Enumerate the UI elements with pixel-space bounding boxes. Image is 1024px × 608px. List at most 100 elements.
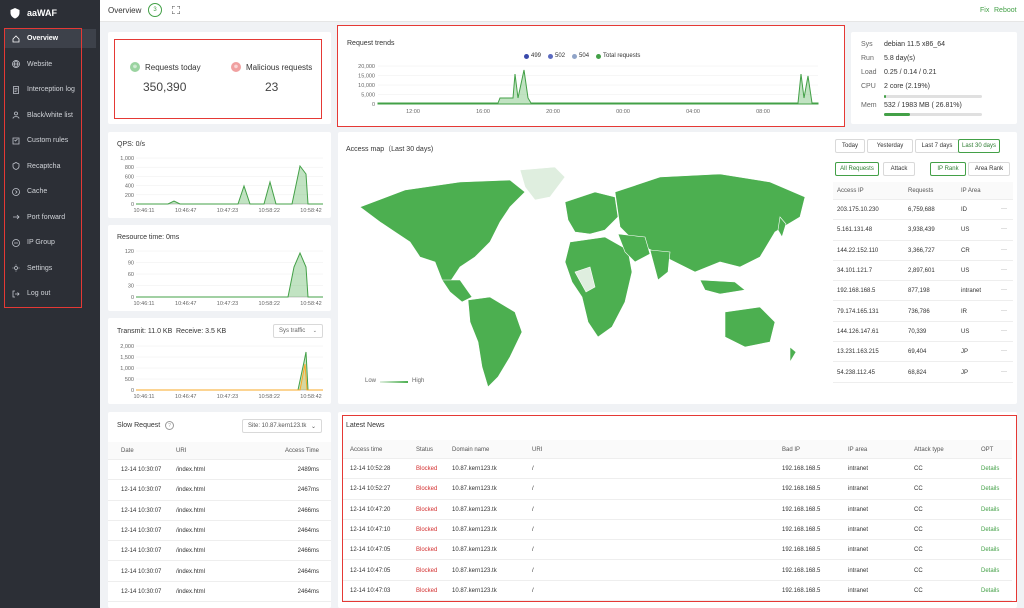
table-cell: 192.168.168.5 <box>782 527 821 534</box>
access-map-card: Access map（Last 30 days) Low High Today Y… <box>338 132 1017 404</box>
table-cell: intranet <box>848 567 869 574</box>
column-header: IP Area <box>961 188 981 194</box>
column-header: Attack type <box>914 446 944 453</box>
details-link[interactable]: Details <box>981 466 999 472</box>
traffic-select[interactable]: Sys traffic ⌄ <box>273 324 323 338</box>
reboot-link[interactable]: Reboot <box>994 7 1017 14</box>
legend-item[interactable]: 502 <box>548 53 565 59</box>
details-link[interactable]: Details <box>981 568 999 574</box>
help-icon[interactable]: ? <box>165 421 174 430</box>
sidebar-item-cache[interactable]: Cache <box>5 182 96 201</box>
range-button-today[interactable]: Today <box>835 139 865 153</box>
table-header: Date URI Access Time <box>108 442 331 460</box>
filter-button-all-requests[interactable]: All Requests <box>835 162 879 176</box>
column-header: OPT <box>981 446 994 453</box>
legend-item[interactable]: Total requests <box>596 53 640 59</box>
range-button-last-7-days[interactable]: Last 7 days <box>915 139 959 153</box>
status-badge: Blocked <box>416 506 438 513</box>
more-options-icon[interactable]: ··· <box>1001 348 1007 354</box>
legend-dot <box>548 53 554 59</box>
range-button-last-30-days[interactable]: Last 30 days <box>958 139 1000 153</box>
sidebar-item-ip-group[interactable]: IP Group <box>5 233 96 252</box>
more-options-icon[interactable]: ··· <box>1001 287 1007 293</box>
range-button-yesterday[interactable]: Yesterday <box>867 139 913 153</box>
map-central-america <box>441 279 473 303</box>
sidebar-item-website[interactable]: Website <box>5 55 96 74</box>
series-area <box>136 351 323 391</box>
resource-title: Resource time: 0ms <box>117 234 180 241</box>
legend-dot <box>596 53 602 59</box>
status-badge: Blocked <box>416 466 438 473</box>
more-options-icon[interactable]: ··· <box>1001 328 1007 334</box>
y-tick-label: 90 <box>128 261 134 267</box>
y-tick-label: 800 <box>125 165 134 171</box>
legend-label: 502 <box>555 53 566 59</box>
table-cell: /index.html <box>176 467 206 474</box>
sidebar-item-interception-log[interactable]: Interception log <box>5 80 96 99</box>
details-link[interactable]: Details <box>981 547 999 553</box>
resource-chart: 120906030010:46:11 10:46:47 10:47:23 10:58:… <box>125 249 323 307</box>
table-cell: 2464ms <box>297 568 319 575</box>
more-options-icon[interactable]: ··· <box>1001 369 1007 375</box>
sys-value-load: 0.25 / 0.14 / 0.21 <box>884 69 937 76</box>
table-cell: 5.161.131.48 <box>837 227 873 234</box>
fullscreen-icon[interactable] <box>172 6 180 14</box>
sys-value-run: 5.8 day(s) <box>884 55 916 62</box>
legend-item[interactable]: 499 <box>524 53 541 59</box>
table-row: 12-14 10:30:07/index.html 2466ms <box>108 541 331 562</box>
sidebar-item-custom-rules[interactable]: Custom rules <box>5 131 96 150</box>
more-options-icon[interactable]: ··· <box>1001 247 1007 253</box>
sidebar-item-log-out[interactable]: Log out <box>5 284 96 303</box>
sidebar-item-settings[interactable]: Settings <box>5 259 96 278</box>
y-tick-label: 30 <box>128 284 134 290</box>
qps-card: QPS: 0/s 1,000 800 600 400 200 0 10:46:11 10:46… <box>108 132 331 218</box>
details-link[interactable]: Details <box>981 527 999 533</box>
table-cell: 203.175.10.230 <box>837 207 879 214</box>
map-legend-high: High <box>412 378 425 384</box>
details-link[interactable]: Details <box>981 588 999 594</box>
qps-chart: 1,000800600400200010:46:11 10:46:47 10:47:… <box>120 156 323 214</box>
y-tick-label: 1,000 <box>120 156 134 162</box>
y-tick-label: 600 <box>125 174 134 180</box>
table-cell: 12-14 10:47:20 <box>350 506 391 513</box>
details-link[interactable]: Details <box>981 486 999 492</box>
table-cell: CR <box>961 247 970 254</box>
y-tick-label: 10,000 <box>358 83 375 89</box>
traffic-card: Transmit: 11.0 KB Receive: 3.5 KB Sys tr… <box>108 318 331 404</box>
more-options-icon[interactable]: ··· <box>1001 206 1007 212</box>
site-select[interactable]: Site: 10.87.kern123.tk ⌄ <box>242 419 322 433</box>
x-tick-label: 10:58:42 <box>300 208 321 214</box>
x-tick-label: 12:00 <box>406 109 420 115</box>
table-row: 12-14 10:30:07/index.html 2464ms <box>108 562 331 582</box>
site-select-value: Site: 10.87.kern123.tk <box>248 423 307 429</box>
filter-button-attack[interactable]: Attack <box>883 162 915 176</box>
table-cell: intranet <box>848 527 869 534</box>
app-title: aaWAF <box>27 8 58 18</box>
log-icon <box>13 85 19 94</box>
rank-button-ip-rank[interactable]: IP Rank <box>930 162 966 176</box>
score-badge[interactable]: 3 <box>148 3 162 17</box>
more-options-icon[interactable]: ··· <box>1001 226 1007 232</box>
table-cell: 12-14 10:30:07 <box>121 528 162 535</box>
sidebar-item-port-forward[interactable]: Port forward <box>5 208 96 227</box>
fix-link[interactable]: Fix <box>980 7 989 14</box>
logout-icon <box>12 290 20 297</box>
details-link[interactable]: Details <box>981 507 999 513</box>
map-north-america <box>359 179 526 283</box>
sidebar-item-recaptcha[interactable]: Recaptcha <box>5 157 96 176</box>
table-cell: 12-14 10:30:07 <box>121 467 162 474</box>
column-header: Status <box>416 446 434 453</box>
table-row: 192.168.168.5 877,198 intranet ··· <box>833 281 1013 302</box>
sidebar-item-black-white-list[interactable]: Black/white list <box>5 106 96 125</box>
rank-button-area-rank[interactable]: Area Rank <box>968 162 1010 176</box>
more-options-icon[interactable]: ··· <box>1001 308 1007 314</box>
topbar: Overview 3 Fix Reboot <box>100 0 1024 22</box>
table-row: 144.22.152.110 3,366,727 CR ··· <box>833 241 1013 261</box>
sys-label-mem: Mem <box>861 102 877 109</box>
more-options-icon[interactable]: ··· <box>1001 267 1007 273</box>
table-cell: 3,938,439 <box>908 227 935 234</box>
sidebar-item-overview[interactable]: Overview <box>5 29 96 48</box>
legend-item[interactable]: 504 <box>572 53 589 59</box>
x-tick-label: 10:58:42 <box>300 301 321 307</box>
chevron-down-icon: ⌄ <box>310 423 316 430</box>
